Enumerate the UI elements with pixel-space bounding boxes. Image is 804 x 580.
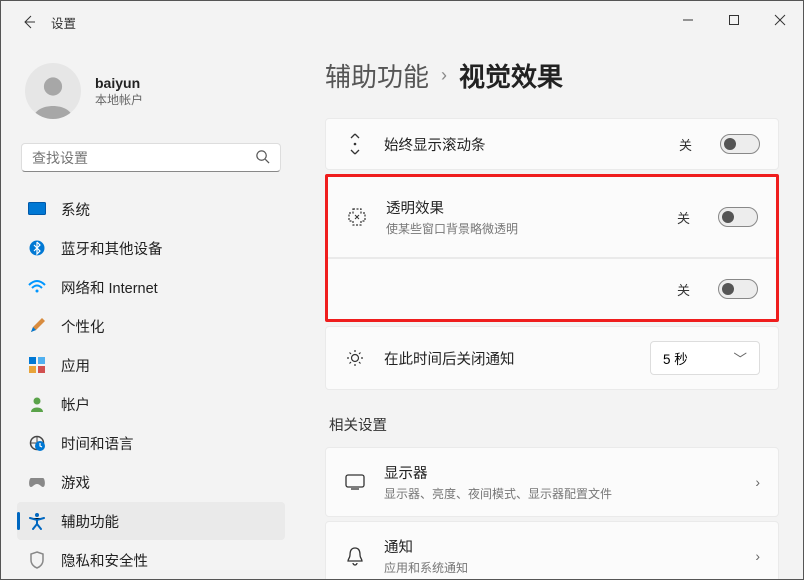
sidebar-item-label: 网络和 Internet — [61, 277, 158, 298]
gamepad-icon — [27, 472, 47, 492]
sidebar-item-network[interactable]: 网络和 Internet — [17, 268, 285, 306]
blank-row: 关 — [328, 258, 776, 319]
sidebar-item-label: 帐户 — [61, 394, 90, 415]
sidebar-item-label: 系统 — [61, 199, 90, 220]
account-section[interactable]: baiyun 本地帐户 — [17, 51, 301, 139]
sidebar-item-label: 时间和语言 — [61, 433, 134, 454]
brush-icon — [27, 316, 47, 336]
minimize-button[interactable] — [665, 1, 711, 39]
sidebar-item-gaming[interactable]: 游戏 — [17, 463, 285, 501]
sidebar-item-accessibility[interactable]: 辅助功能 — [17, 502, 285, 540]
notification-timeout-dropdown[interactable]: 5 秒 ﹀ — [650, 341, 760, 375]
sidebar-item-apps[interactable]: 应用 — [17, 346, 285, 384]
notifications-link-row[interactable]: 通知 应用和系统通知 › — [325, 521, 779, 579]
notifications-desc: 应用和系统通知 — [384, 559, 737, 576]
chevron-right-icon: › — [755, 474, 760, 490]
notifications-title: 通知 — [384, 536, 737, 557]
sidebar-item-label: 应用 — [61, 355, 90, 376]
chevron-down-icon: ﹀ — [734, 348, 748, 368]
dropdown-value: 5 秒 — [663, 348, 688, 368]
transparency-title: 透明效果 — [386, 197, 659, 218]
sidebar-item-label: 辅助功能 — [61, 511, 119, 532]
close-button[interactable] — [757, 1, 803, 39]
transparency-state: 关 — [677, 208, 690, 227]
search-input-wrapper[interactable] — [21, 143, 281, 172]
accessibility-icon — [27, 511, 47, 531]
sidebar-item-privacy[interactable]: 隐私和安全性 — [17, 541, 285, 579]
scrollbar-state: 关 — [679, 135, 692, 154]
maximize-button[interactable] — [711, 1, 757, 39]
sidebar-item-label: 个性化 — [61, 316, 105, 337]
sidebar-item-bluetooth[interactable]: 蓝牙和其他设备 — [17, 229, 285, 267]
lightbulb-icon — [344, 348, 366, 368]
account-sub: 本地帐户 — [95, 91, 143, 108]
breadcrumb-current: 视觉效果 — [459, 57, 563, 94]
window-title: 设置 — [51, 13, 76, 32]
transparency-toggle[interactable] — [718, 207, 758, 227]
sidebar-item-label: 游戏 — [61, 472, 90, 493]
shield-icon — [27, 550, 47, 570]
sidebar-item-system[interactable]: 系统 — [17, 190, 285, 228]
system-icon — [27, 199, 47, 219]
breadcrumb-parent[interactable]: 辅助功能 — [325, 57, 429, 94]
content: 辅助功能 › 视觉效果 始终显示滚动条 关 透明效果 使某些窗口背景略微透明 — [301, 43, 803, 579]
search-input[interactable] — [32, 150, 255, 166]
sidebar-item-label: 隐私和安全性 — [61, 550, 148, 571]
globe-icon — [27, 433, 47, 453]
chevron-right-icon: › — [755, 548, 760, 564]
transparency-icon — [346, 207, 368, 227]
notification-timeout-title: 在此时间后关闭通知 — [384, 348, 632, 369]
apps-icon — [27, 355, 47, 375]
display-title: 显示器 — [384, 462, 737, 483]
chevron-right-icon: › — [441, 65, 447, 86]
highlight-box: 透明效果 使某些窗口背景略微透明 关 关 — [325, 174, 779, 322]
sidebar-item-personalization[interactable]: 个性化 — [17, 307, 285, 345]
bluetooth-icon — [27, 238, 47, 258]
person-icon — [27, 394, 47, 414]
scrollbar-title: 始终显示滚动条 — [384, 134, 661, 155]
related-settings-label: 相关设置 — [329, 414, 779, 435]
search-icon — [255, 149, 270, 167]
wifi-icon — [27, 277, 47, 297]
scrollbar-icon — [344, 133, 366, 155]
avatar — [25, 63, 81, 119]
transparency-desc: 使某些窗口背景略微透明 — [386, 220, 659, 237]
breadcrumb: 辅助功能 › 视觉效果 — [325, 57, 779, 94]
scrollbar-row: 始终显示滚动条 关 — [325, 118, 779, 170]
sidebar-item-time-language[interactable]: 时间和语言 — [17, 424, 285, 462]
sidebar-item-label: 蓝牙和其他设备 — [61, 238, 163, 259]
back-button[interactable] — [11, 14, 47, 30]
display-link-row[interactable]: 显示器 显示器、亮度、夜间模式、显示器配置文件 › — [325, 447, 779, 517]
bell-icon — [344, 546, 366, 566]
account-name: baiyun — [95, 75, 143, 91]
display-desc: 显示器、亮度、夜间模式、显示器配置文件 — [384, 485, 737, 502]
scrollbar-toggle[interactable] — [720, 134, 760, 154]
notification-timeout-row: 在此时间后关闭通知 5 秒 ﹀ — [325, 326, 779, 390]
display-icon — [344, 474, 366, 490]
sidebar: baiyun 本地帐户 系统 蓝牙和其他设备 网络和 Internet — [1, 43, 301, 579]
blank-state: 关 — [677, 280, 690, 299]
blank-toggle[interactable] — [718, 279, 758, 299]
transparency-row: 透明效果 使某些窗口背景略微透明 关 — [328, 177, 776, 258]
sidebar-item-accounts[interactable]: 帐户 — [17, 385, 285, 423]
